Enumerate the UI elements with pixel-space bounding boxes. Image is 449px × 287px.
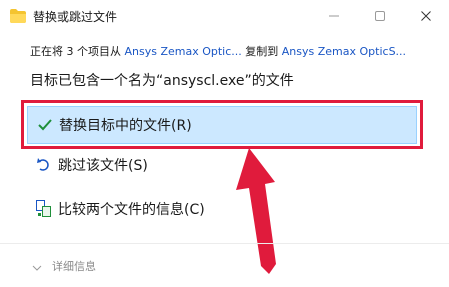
source-folder-link[interactable]: Ansys Zemax Optic...: [125, 45, 242, 58]
annotation-highlight-box: [21, 100, 423, 149]
compare-option-label: 比较两个文件的信息(C): [58, 202, 205, 218]
skip-option-button[interactable]: 跳过该文件(S): [27, 146, 417, 184]
maximize-button[interactable]: [357, 0, 403, 32]
destination-folder-link[interactable]: Ansys Zemax OpticS...: [282, 45, 406, 58]
footer-divider: [0, 243, 449, 244]
minimize-button[interactable]: [311, 0, 357, 32]
progress-middle: 复制到: [245, 45, 279, 58]
progress-prefix: 正在将 3 个项目从: [30, 45, 121, 58]
folder-icon: [10, 8, 26, 23]
details-toggle[interactable]: 详细信息: [32, 258, 96, 274]
annotation-arrow-icon: [236, 148, 276, 274]
skip-option-label: 跳过该文件(S): [58, 158, 148, 174]
details-label: 详细信息: [52, 260, 96, 273]
copy-progress-text: 正在将 3 个项目从 Ansys Zemax Optic... 复制到 Ansy…: [30, 43, 406, 59]
compare-option-button[interactable]: 比较两个文件的信息(C): [27, 190, 417, 228]
skip-icon: [36, 157, 52, 173]
chevron-down-icon: [32, 262, 42, 271]
window-title: 替换或跳过文件: [33, 10, 118, 24]
close-button[interactable]: [403, 0, 449, 32]
compare-icon: [36, 200, 52, 217]
title-bar: 替换或跳过文件: [0, 0, 449, 32]
conflict-headline: 目标已包含一个名为“ansyscl.exe”的文件: [30, 73, 294, 89]
